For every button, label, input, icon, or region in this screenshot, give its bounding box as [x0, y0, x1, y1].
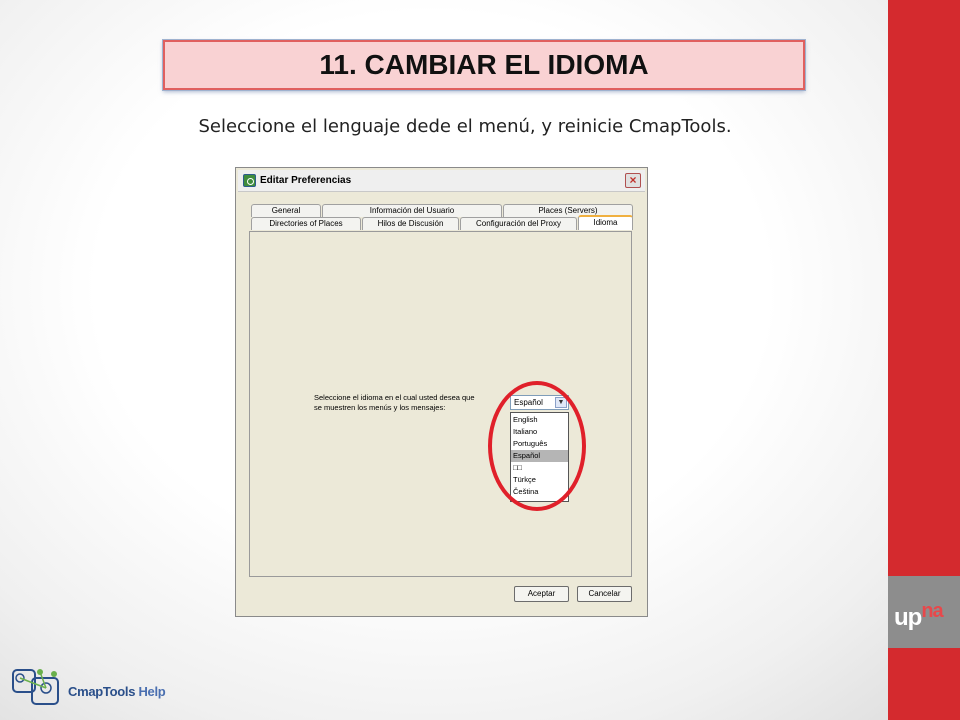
cmaptools-logo-graphic: [12, 669, 59, 705]
tab-hilos-de-discusion[interactable]: Hilos de Discusión: [362, 217, 459, 230]
dialog-title: Editar Preferencias: [260, 175, 352, 186]
tab-directories-of-places[interactable]: Directories of Places: [251, 217, 361, 230]
cmaptools-help: Help: [138, 684, 166, 699]
cancel-button[interactable]: Cancelar: [577, 586, 632, 602]
language-prompt: Seleccione el idioma en el cual usted de…: [314, 393, 494, 413]
tab-idioma[interactable]: Idioma: [578, 215, 633, 230]
language-prompt-line-2: se muestren los menús y los mensajes:: [314, 403, 446, 412]
tab-informacion-usuario[interactable]: Información del Usuario: [322, 204, 502, 217]
upna-logo-panel: upna: [888, 576, 960, 648]
language-prompt-line-1: Seleccione el idioma en el cual usted de…: [314, 393, 475, 402]
upna-logo: upna: [888, 590, 960, 630]
tab-configuracion-proxy[interactable]: Configuración del Proxy: [460, 217, 577, 230]
app-icon: [243, 174, 256, 187]
slide-title-box: 11. CAMBIAR EL IDIOMA: [163, 40, 805, 90]
cmaptools-logo: CmapTools Help: [10, 664, 175, 714]
cmaptools-name: CmapTools: [68, 684, 136, 699]
tab-general[interactable]: General: [251, 204, 321, 217]
preferences-dialog: Editar Preferencias × General Informació…: [235, 167, 648, 617]
dialog-titlebar[interactable]: Editar Preferencias ×: [238, 170, 645, 192]
upna-logo-accent: na: [921, 600, 943, 622]
upna-logo-text: up: [894, 604, 922, 631]
accept-button[interactable]: Aceptar: [514, 586, 569, 602]
slide-subtitle: Seleccione el lenguaje dede el menú, y r…: [198, 116, 732, 137]
slide-title: 11. CAMBIAR EL IDIOMA: [319, 49, 649, 80]
close-icon[interactable]: ×: [625, 173, 641, 188]
highlight-ring: [488, 381, 586, 511]
